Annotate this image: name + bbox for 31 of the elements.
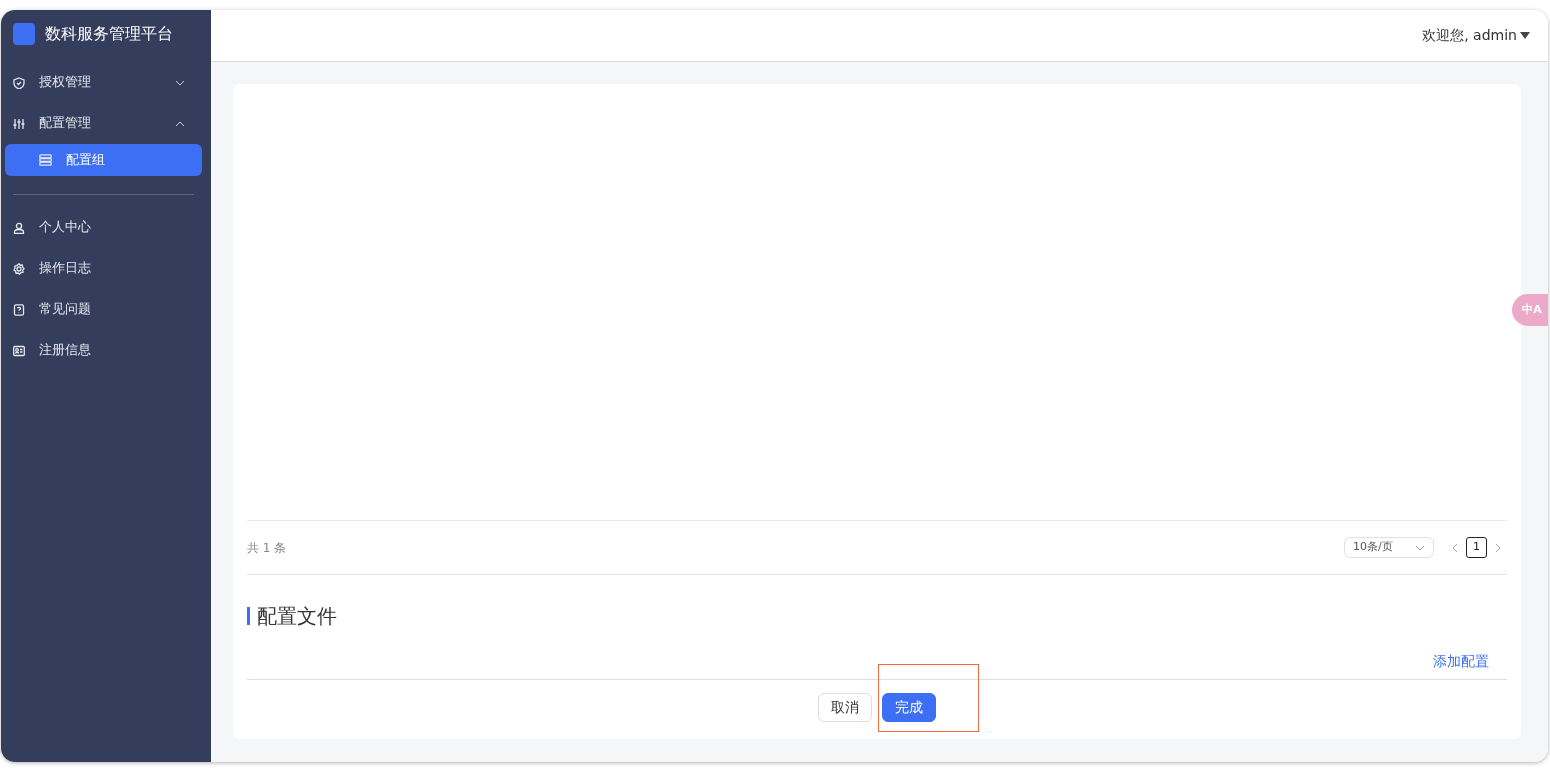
user-menu[interactable]: 欢迎您, admin (1422, 25, 1530, 46)
chevron-down-icon (1415, 544, 1425, 551)
page-number[interactable]: 1 (1466, 537, 1487, 558)
sidebar-item[interactable]: 注册信息 (1, 330, 211, 371)
add-config-link[interactable]: 添加配置 (1433, 651, 1489, 679)
total-count: 共 1 条 (247, 539, 287, 557)
finish-button[interactable]: 完成 (882, 693, 936, 722)
sidebar-item[interactable]: 配置管理 (1, 103, 211, 144)
section-title: 配置文件 (257, 603, 337, 630)
shield-icon (13, 76, 25, 89)
sidebar-item[interactable]: 个人中心 (1, 207, 211, 248)
help-icon (13, 303, 25, 316)
chevron-down-icon (175, 79, 185, 86)
chevron-up-icon (175, 120, 185, 127)
next-page-icon[interactable] (1495, 542, 1501, 553)
list-icon (39, 154, 52, 166)
caret-icon (1520, 32, 1530, 39)
previous-page-icon[interactable] (1452, 542, 1458, 553)
cancel-button[interactable]: 取消 (818, 693, 872, 722)
user-icon (13, 221, 25, 234)
sidebar-item[interactable]: 操作日志 (1, 248, 211, 289)
section-marker (247, 607, 250, 625)
page-size-select[interactable]: 10条/页 (1344, 537, 1434, 558)
sliders-icon (13, 117, 25, 130)
app-title: 数科服务管理平台 (45, 22, 173, 45)
sidebar-item[interactable]: 常见问题 (1, 289, 211, 330)
sidebar-item[interactable]: 授权管理 (1, 62, 211, 103)
id-card-icon (13, 344, 25, 357)
sidebar-subitem[interactable]: 配置组 (5, 144, 202, 176)
gear-icon (13, 262, 25, 275)
logo-icon (13, 22, 35, 45)
